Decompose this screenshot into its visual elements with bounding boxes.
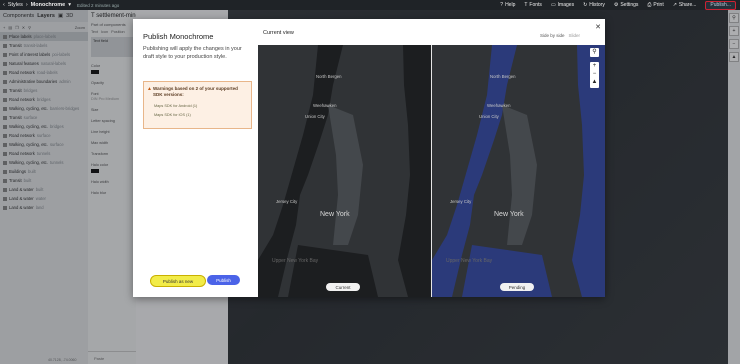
preview-zoom-controls: + − ▲ (590, 62, 599, 88)
label-weehawken: Weehawken (313, 103, 337, 108)
preview-area: Current view ✕ Side by side Slider North… (258, 19, 605, 297)
label-jersey-city-pending: Jersey City (450, 199, 472, 204)
preview-zoom-in-icon[interactable]: + (593, 62, 597, 70)
close-icon[interactable]: ✕ (595, 23, 601, 31)
label-weehawken-pending: Weehawken (487, 103, 511, 108)
print-icon: ⎙ (647, 2, 652, 8)
share-button[interactable]: ↗ Share... (673, 2, 697, 8)
label-north-bergen: North Bergen (316, 74, 342, 79)
images-icon: ▭ (550, 2, 556, 8)
warning-box: ▲ Warnings based on 2 of your supported … (143, 81, 252, 129)
breadcrumb-styles[interactable]: Styles (8, 2, 23, 8)
publish-as-new-button[interactable]: Publish as new (150, 275, 206, 287)
history-icon: ↻ (583, 2, 588, 8)
publish-modal: Publish Monochrome Publishing will apply… (133, 19, 605, 297)
tab-slider[interactable]: Slider (568, 33, 580, 38)
fonts-icon: T (524, 2, 528, 8)
label-upper-bay-pending: Upper New York Bay (446, 258, 493, 264)
label-new-york-pending: New York (494, 211, 524, 218)
current-map[interactable]: North Bergen Weehawken Union City Jersey… (258, 45, 431, 297)
preview-search-icon[interactable]: ⚲ (590, 48, 599, 57)
gear-icon: ⚙ (613, 2, 619, 8)
label-new-york: New York (320, 211, 350, 218)
warning-icon: ▲ (147, 86, 152, 92)
warning-ios[interactable]: Maps SDK for iOS (1) (154, 113, 191, 117)
breadcrumb-style-name[interactable]: Monochrome (31, 2, 66, 8)
saved-status: Edited 2 minutes ago (76, 2, 120, 8)
chevron-down-icon[interactable]: ▾ (68, 2, 71, 8)
help-icon: ? (500, 2, 504, 8)
publish-button[interactable]: Publish (207, 275, 240, 285)
tab-side-by-side[interactable]: Side by side (540, 33, 565, 38)
back-icon[interactable]: ‹ (3, 2, 5, 8)
label-union-city-pending: Union City (479, 114, 499, 119)
help-button[interactable]: ? Help (500, 2, 515, 8)
settings-button[interactable]: ⚙ Settings (614, 2, 639, 8)
preview-zoom-out-icon[interactable]: − (593, 70, 597, 78)
top-bar: ‹ Styles › Monochrome ▾ Edited 2 minutes… (0, 0, 740, 10)
images-button[interactable]: ▭ Images (551, 2, 574, 8)
publish-info: Publish Monochrome Publishing will apply… (133, 19, 258, 297)
breadcrumb: ‹ Styles › Monochrome ▾ (3, 2, 71, 8)
pending-map[interactable]: North Bergen Weehawken Union City Jersey… (432, 45, 605, 297)
separator-icon: › (25, 2, 28, 8)
top-menu: ? Help T Fonts ▭ Images ↻ History ⚙ Settings … (500, 0, 736, 10)
preview-compass-icon[interactable]: ▲ (592, 78, 598, 86)
label-jersey-city: Jersey City (276, 199, 298, 204)
view-mode-tabs: Side by side Slider (540, 33, 580, 38)
publish-button-top[interactable]: Publish... (705, 0, 736, 10)
warning-android[interactable]: Maps SDK for Android (1) (154, 104, 197, 108)
history-button[interactable]: ↻ History (583, 2, 605, 8)
fonts-button[interactable]: T Fonts (524, 2, 542, 8)
pending-pill: Pending (500, 283, 534, 291)
current-pill: Current (326, 283, 360, 291)
label-north-bergen-pending: North Bergen (490, 74, 516, 79)
modal-title: Publish Monochrome (143, 32, 214, 41)
warning-title: Warnings based on 2 of your supported SD… (153, 86, 238, 97)
print-button[interactable]: ⎙ Print (647, 2, 663, 8)
label-upper-bay: Upper New York Bay (272, 258, 319, 264)
share-icon: ↗ (672, 2, 677, 8)
current-view-title: Current view (263, 30, 294, 36)
label-union-city: Union City (305, 114, 325, 119)
modal-description: Publishing will apply the changes in you… (143, 46, 242, 60)
